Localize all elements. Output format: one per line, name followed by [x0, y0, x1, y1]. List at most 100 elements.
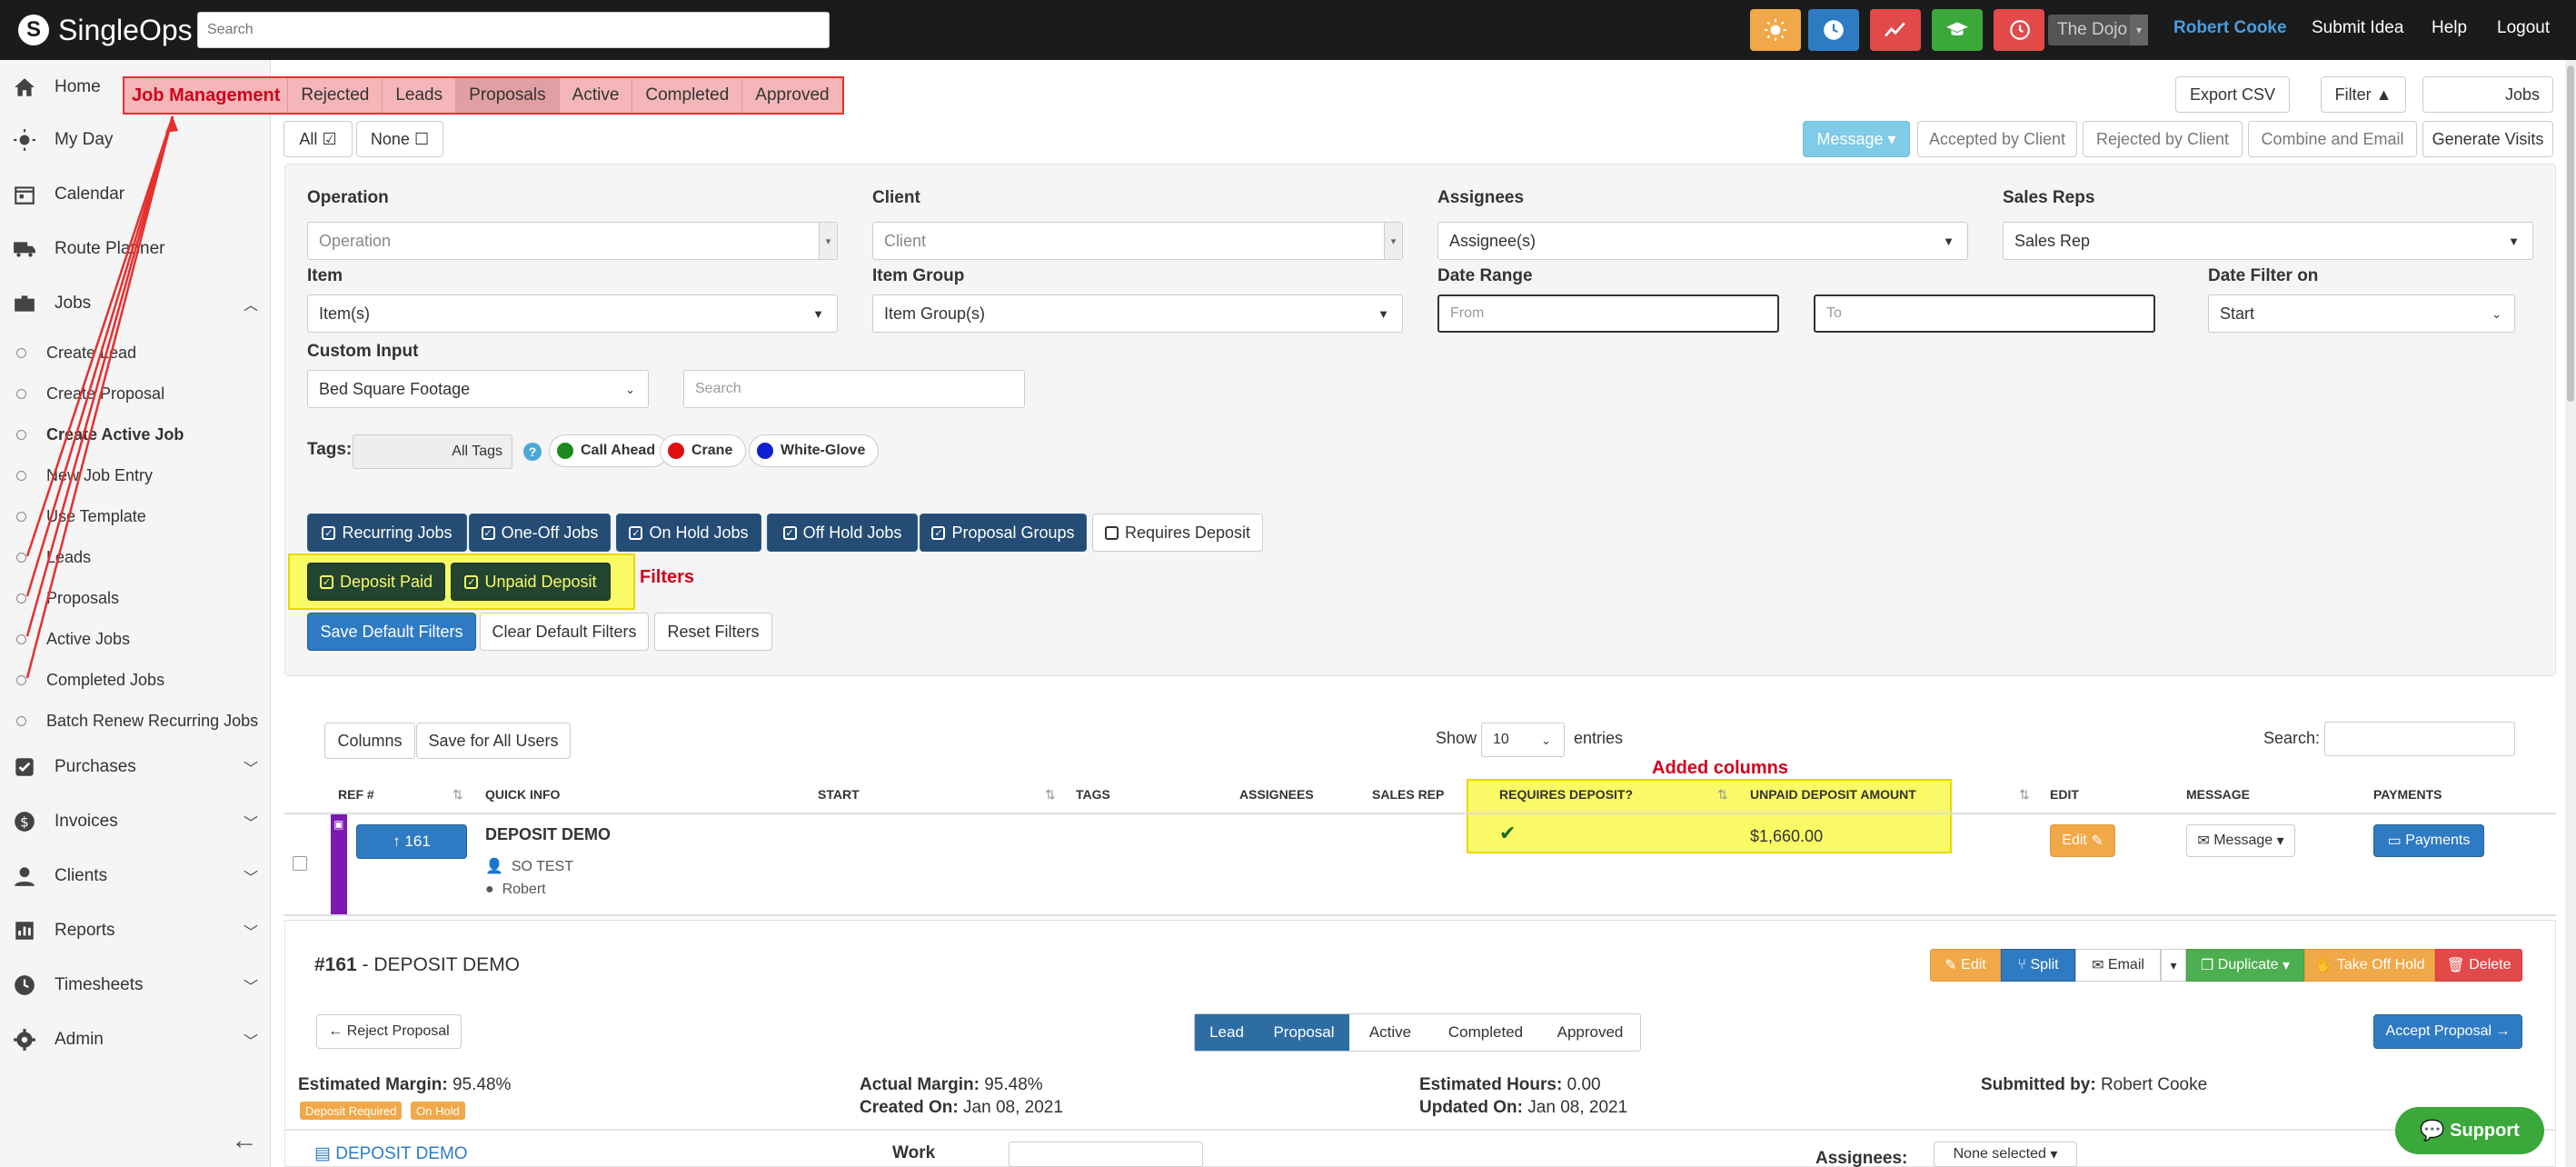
history-button[interactable] — [1994, 9, 2044, 51]
col-ref[interactable]: REF # — [338, 787, 374, 802]
clock-button[interactable] — [1808, 9, 1859, 51]
scrollbar-thumb[interactable] — [2567, 65, 2574, 402]
row-message-button[interactable]: ✉ Message ▾ — [2186, 824, 2295, 857]
recurring-jobs-toggle[interactable]: ✓ Recurring Jobs — [307, 514, 467, 552]
sidebar-sub-create-active-job[interactable]: Create Active Job — [16, 421, 184, 448]
col-start[interactable]: START — [818, 787, 860, 802]
sidebar-item-my-day[interactable]: My Day — [13, 122, 258, 158]
reject-proposal-button[interactable]: ← Reject Proposal — [316, 1014, 462, 1049]
custom-search-input[interactable]: Search — [683, 370, 1025, 408]
combine-and-email-button[interactable]: Combine and Email — [2248, 121, 2417, 157]
detail-edit-button[interactable]: ✎ Edit — [1930, 949, 2001, 982]
sidebar-item-reports[interactable]: Reports ﹀ — [13, 913, 258, 949]
stage-approved[interactable]: Approved — [1540, 1014, 1640, 1051]
assignees-select[interactable]: Assignee(s) ▼ — [1437, 222, 1968, 260]
sidebar-item-invoices[interactable]: $ Invoices ﹀ — [13, 803, 258, 840]
support-button[interactable]: 💬 Support — [2395, 1107, 2544, 1154]
custom-input-select[interactable]: Bed Square Footage ⌄ — [307, 370, 649, 408]
sort-icon[interactable]: ⇅ — [1717, 787, 1728, 803]
row-edit-button[interactable]: Edit ✎ — [2050, 824, 2115, 857]
job-title[interactable]: DEPOSIT DEMO — [485, 825, 611, 844]
save-for-all-users-button[interactable]: Save for All Users — [416, 723, 571, 759]
trend-button[interactable] — [1870, 9, 1921, 51]
training-button[interactable] — [1932, 9, 1983, 51]
sidebar-sub-new-job-entry[interactable]: New Job Entry — [16, 462, 153, 489]
item-group-select[interactable]: Item Group(s) ▼ — [872, 294, 1403, 333]
sidebar-item-admin[interactable]: Admin ﹀ — [13, 1022, 258, 1058]
detail-split-button[interactable]: ⑂ Split — [2001, 949, 2075, 982]
sidebar-sub-proposals[interactable]: Proposals — [16, 584, 119, 612]
columns-button[interactable]: Columns — [324, 723, 415, 759]
operation-select[interactable]: Operation ▾ — [307, 222, 838, 260]
row-checkbox[interactable] — [293, 856, 307, 871]
detail-email-button[interactable]: ✉ Email — [2075, 949, 2161, 982]
sales-reps-select[interactable]: Sales Rep ▼ — [2003, 222, 2533, 260]
date-to-input[interactable]: To — [1814, 294, 2155, 333]
sidebar-sub-completed-jobs[interactable]: Completed Jobs — [16, 666, 164, 693]
on-hold-jobs-toggle[interactable]: ✓ On Hold Jobs — [616, 514, 761, 552]
stage-completed[interactable]: Completed — [1431, 1014, 1540, 1051]
sidebar-sub-active-jobs[interactable]: Active Jobs — [16, 625, 130, 653]
col-quick-info[interactable]: QUICK INFO — [485, 787, 560, 802]
detail-take-off-hold-button[interactable]: ✋ Take Off Hold — [2304, 949, 2435, 982]
accepted-by-client-button[interactable]: Accepted by Client — [1917, 121, 2077, 157]
all-tags-button[interactable]: All Tags — [353, 434, 512, 469]
work-input[interactable] — [1009, 1142, 1203, 1167]
tab-rejected[interactable]: Rejected — [288, 78, 383, 113]
detail-assignees-select[interactable]: None selected ▾ — [1934, 1142, 2077, 1167]
save-default-filters-button[interactable]: Save Default Filters — [307, 613, 476, 651]
help-icon[interactable]: ? — [523, 443, 542, 461]
generate-visits-button[interactable]: Generate Visits — [2422, 121, 2553, 157]
sidebar-item-timesheets[interactable]: Timesheets ﹀ — [13, 967, 258, 1003]
col-requires-deposit[interactable]: REQUIRES DEPOSIT? — [1499, 787, 1633, 802]
tab-leads[interactable]: Leads — [383, 78, 457, 113]
detail-duplicate-button[interactable]: ❐ Duplicate ▾ — [2186, 949, 2304, 982]
col-assignees[interactable]: ASSIGNEES — [1239, 787, 1314, 802]
table-search-input[interactable] — [2324, 722, 2515, 756]
sidebar-item-jobs[interactable]: Jobs ︿ — [13, 285, 258, 322]
one-off-jobs-toggle[interactable]: ✓ One-Off Jobs — [469, 514, 611, 552]
sidebar-sub-leads[interactable]: Leads — [16, 544, 91, 571]
reset-filters-button[interactable]: Reset Filters — [654, 613, 772, 651]
clear-default-filters-button[interactable]: Clear Default Filters — [480, 613, 649, 651]
requires-deposit-toggle[interactable]: Requires Deposit — [1092, 514, 1263, 552]
global-search-input[interactable] — [197, 12, 830, 48]
col-unpaid-deposit-amount[interactable]: UNPAID DEPOSIT AMOUNT — [1750, 787, 1916, 802]
jobs-button[interactable]: Jobs — [2422, 76, 2553, 113]
col-tags[interactable]: TAGS — [1076, 787, 1110, 802]
off-hold-jobs-toggle[interactable]: ✓ Off Hold Jobs — [767, 514, 918, 552]
sidebar-sub-batch-renew[interactable]: Batch Renew Recurring Jobs — [16, 707, 258, 734]
sidebar-sub-use-template[interactable]: Use Template — [16, 503, 146, 530]
unpaid-deposit-toggle[interactable]: ✓ Unpaid Deposit — [451, 563, 611, 601]
scrollbar[interactable] — [2565, 60, 2576, 1167]
proposal-groups-toggle[interactable]: ✓ Proposal Groups — [920, 514, 1087, 552]
logout-link[interactable]: Logout — [2497, 18, 2550, 38]
collapse-sidebar-icon[interactable]: ← — [231, 1125, 258, 1156]
message-dropdown-button[interactable]: Message ▾ — [1803, 121, 1910, 157]
logo[interactable]: S SingleOps — [18, 13, 193, 47]
filter-button[interactable]: Filter ▲ — [2321, 76, 2406, 113]
sort-icon[interactable]: ⇅ — [1045, 787, 1056, 803]
tag-crane[interactable]: Crane — [660, 434, 747, 467]
sidebar-sub-create-lead[interactable]: Create Lead — [16, 339, 136, 366]
email-dropdown-button[interactable]: ▾ — [2161, 949, 2186, 982]
stage-active[interactable]: Active — [1349, 1014, 1431, 1051]
job-link[interactable]: ▤ DEPOSIT DEMO — [314, 1143, 468, 1164]
rejected-by-client-button[interactable]: Rejected by Client — [2083, 121, 2243, 157]
tab-completed[interactable]: Completed — [632, 78, 743, 113]
tag-white-glove[interactable]: White-Glove — [749, 434, 880, 467]
sidebar-item-clients[interactable]: Clients ﹀ — [13, 858, 258, 894]
entries-select[interactable]: 10 ⌄ — [1481, 723, 1565, 757]
row-payments-button[interactable]: ▭ Payments — [2373, 824, 2484, 857]
client-select[interactable]: Client ▾ — [872, 222, 1403, 260]
stage-lead[interactable]: Lead — [1195, 1014, 1258, 1051]
user-name[interactable]: Robert Cooke — [2173, 18, 2287, 38]
tab-active[interactable]: Active — [560, 78, 633, 113]
select-none-button[interactable]: None ☐ — [356, 121, 443, 157]
tab-approved[interactable]: Approved — [742, 78, 841, 113]
ref-button[interactable]: ↑ 161 — [356, 824, 467, 859]
help-link[interactable]: Help — [2432, 18, 2467, 38]
sidebar-sub-create-proposal[interactable]: Create Proposal — [16, 380, 164, 407]
sort-icon[interactable]: ⇅ — [453, 787, 463, 803]
tag-call-ahead[interactable]: Call Ahead — [549, 434, 670, 467]
